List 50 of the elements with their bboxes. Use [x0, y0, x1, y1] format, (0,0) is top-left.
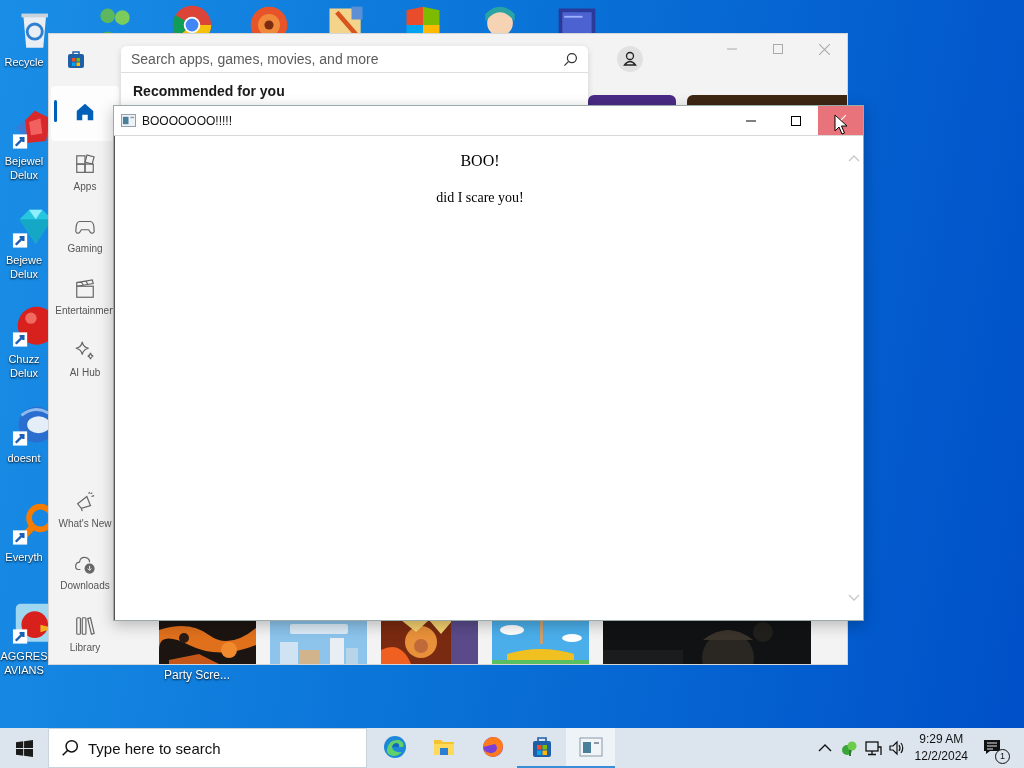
- home-tab[interactable]: [51, 86, 119, 141]
- desktop-icon-label[interactable]: AGGRES: [0, 649, 48, 663]
- network-icon[interactable]: [863, 739, 882, 757]
- leaf-icon[interactable]: [839, 739, 858, 757]
- megaphone-icon: [74, 491, 96, 513]
- heading: BOO!: [460, 152, 500, 170]
- desktop-icon-label[interactable]: Chuzz: [8, 352, 40, 366]
- search-field[interactable]: Type here to search: [48, 728, 367, 768]
- notification-badge: 1: [995, 749, 1010, 764]
- desktop-icon-label[interactable]: Delux: [9, 168, 39, 182]
- desktop-icon-label[interactable]: doesnt: [7, 451, 41, 465]
- library-icon: [74, 615, 96, 637]
- desktop-icon-label[interactable]: Bejewe: [5, 253, 43, 267]
- sidebar-item[interactable]: Gaming: [51, 203, 119, 265]
- search-field[interactable]: Search apps, games, movies, and more: [121, 46, 588, 73]
- apps-icon: [74, 154, 96, 176]
- search-icon: [61, 739, 79, 757]
- desktop-icon-label[interactable]: Bejewel: [4, 154, 44, 168]
- notification-icon[interactable]: [982, 737, 1002, 757]
- sidebar-item[interactable]: Entertainmen: [51, 265, 119, 327]
- sidebar-item[interactable]: AI Hub: [51, 327, 119, 389]
- start-icon: [15, 739, 33, 757]
- desktop-icon-label[interactable]: Everyth: [5, 550, 43, 564]
- sidebar-item[interactable]: Downloads: [51, 540, 119, 602]
- mouse-pointer-icon: [834, 114, 848, 136]
- message: did I scare you!: [436, 190, 524, 206]
- avatar-icon[interactable]: [617, 46, 643, 72]
- desktop-icon-label[interactable]: AVIANS: [4, 663, 44, 677]
- clock-time[interactable]: 9:29 AM: [919, 731, 964, 748]
- shopping-bag-icon: [66, 49, 86, 69]
- sidebar-item[interactable]: Library: [51, 602, 119, 664]
- maximize-icon: [790, 115, 801, 126]
- desktop-icon-label[interactable]: Delux: [9, 366, 39, 380]
- sparkle-icon: [74, 340, 96, 362]
- window-icon: [121, 114, 136, 127]
- home-icon: [74, 101, 96, 123]
- desktop-icon-label[interactable]: Delux: [9, 267, 39, 281]
- desktop-icon-label[interactable]: Party Scre...: [164, 668, 231, 682]
- maximize-icon: [773, 44, 783, 54]
- search-icon[interactable]: [563, 52, 578, 67]
- window-title: BOOOOOOO!!!!!: [142, 113, 233, 128]
- volume-icon[interactable]: [887, 739, 906, 757]
- sidebar-item[interactable]: Apps: [51, 141, 119, 203]
- clapperboard-icon: [74, 278, 96, 300]
- desktop-icon-label[interactable]: Recycle: [4, 55, 44, 69]
- clock-date[interactable]: 12/2/2024: [914, 748, 968, 765]
- close-icon: [818, 43, 830, 55]
- sidebar-item[interactable]: What's New: [51, 478, 119, 540]
- window-icon[interactable]: [566, 728, 615, 768]
- section-heading: Recommended for you: [133, 83, 286, 99]
